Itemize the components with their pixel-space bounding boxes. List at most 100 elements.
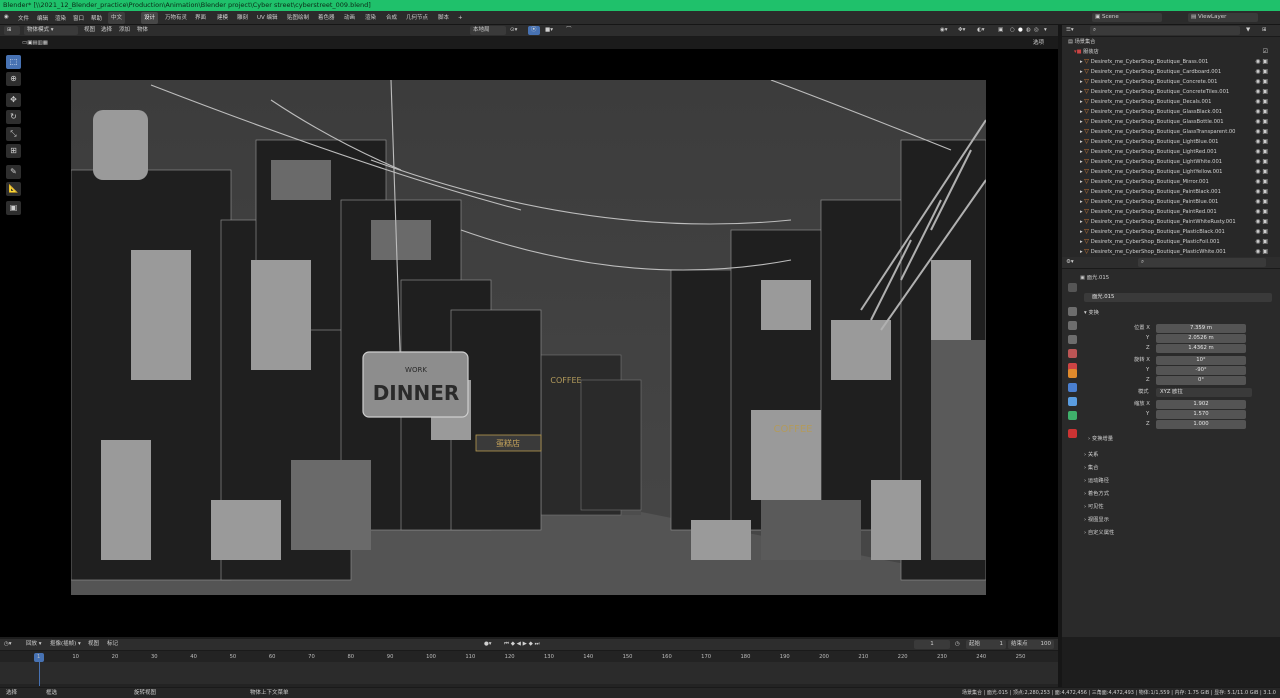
eye-icon[interactable]: ◉ ▣ — [1255, 137, 1268, 147]
expand-arrow-icon[interactable]: ▸ — [1062, 149, 1084, 155]
tab-workspace-2[interactable]: 万物有灵 — [162, 12, 190, 24]
panel-collections[interactable]: › 集合 — [1078, 462, 1274, 474]
panel-motion-paths[interactable]: › 运动路径 — [1078, 475, 1274, 487]
menu-object[interactable]: 物体 — [137, 26, 148, 35]
eye-icon[interactable]: ◉ ▣ — [1255, 247, 1268, 257]
eye-icon[interactable]: ◉ ▣ — [1255, 177, 1268, 187]
expand-arrow-icon[interactable]: ▸ — [1062, 109, 1084, 115]
expand-arrow-icon[interactable]: ▸ — [1062, 169, 1084, 175]
tab-workspace-4[interactable]: 建模 — [214, 12, 231, 24]
outliner-item[interactable]: ▸ ▽ Desirefx_me_CyberShop_Boutique_Concr… — [1062, 87, 1274, 97]
expand-arrow-icon[interactable]: ▸ — [1062, 59, 1084, 65]
overlay-icon[interactable]: ◐▾ — [977, 26, 985, 35]
expand-arrow-icon[interactable]: ▸ — [1062, 69, 1084, 75]
scale-y-field[interactable]: 1.570 — [1156, 410, 1246, 419]
expand-arrow-icon[interactable]: ▸ — [1062, 119, 1084, 125]
rotation-y-field[interactable]: -90° — [1156, 366, 1246, 375]
outliner-item[interactable]: ▸ ▽ Desirefx_me_CyberShop_Boutique_Light… — [1062, 137, 1274, 147]
outliner-item[interactable]: ▸ ▽ Desirefx_me_CyberShop_Boutique_Mirro… — [1062, 177, 1274, 187]
expand-arrow-icon[interactable]: ▸ — [1062, 99, 1084, 105]
outliner-item[interactable]: ▸ ▽ Desirefx_me_CyberShop_Boutique_Concr… — [1062, 77, 1274, 87]
tab-workspace-6[interactable]: UV 编辑 — [254, 12, 281, 24]
outliner-item[interactable]: ▸ ▽ Desirefx_me_CyberShop_Boutique_Plast… — [1062, 237, 1274, 247]
start-frame-field[interactable]: 起始 1 — [966, 640, 1006, 649]
menu-window[interactable]: 窗口 — [73, 14, 84, 22]
menu-add[interactable]: 添加 — [119, 26, 130, 35]
eye-icon[interactable]: ◉ ▣ — [1255, 197, 1268, 207]
outliner-item[interactable]: ▸ ▽ Desirefx_me_CyberShop_Boutique_Paint… — [1062, 187, 1274, 197]
expand-arrow-icon[interactable]: ▸ — [1062, 189, 1084, 195]
eye-icon[interactable]: ◉ ▣ — [1255, 107, 1268, 117]
outliner-root-row[interactable]: ▤ 场景集合 — [1062, 37, 1274, 47]
output-tab-icon[interactable] — [1068, 321, 1077, 330]
shading-wire-icon[interactable]: ○ — [1010, 26, 1015, 35]
tool-tab-icon[interactable] — [1068, 283, 1077, 292]
outliner-item[interactable]: ▸ ▽ Desirefx_me_CyberShop_Boutique_Light… — [1062, 167, 1274, 177]
outliner-editor-icon[interactable]: ☰▾ — [1066, 26, 1074, 35]
outliner-item[interactable]: ▸ ▽ Desirefx_me_CyberShop_Boutique_Glass… — [1062, 107, 1274, 117]
mode-selector[interactable]: 物体模式 ▾ — [24, 26, 78, 35]
area-divider[interactable] — [1058, 25, 1062, 687]
rotation-x-field[interactable]: 10° — [1156, 356, 1246, 365]
filter-icon[interactable]: ▼ — [1246, 26, 1250, 35]
move-tool-icon[interactable]: ✥ — [6, 93, 21, 107]
eye-icon[interactable]: ◉ ▣ — [1255, 227, 1268, 237]
expand-arrow-icon[interactable]: ▸ — [1062, 179, 1084, 185]
pivot-icon[interactable]: ⊙▾ — [510, 26, 517, 35]
rotate-tool-icon[interactable]: ↻ — [6, 110, 21, 124]
cursor-tool-icon[interactable]: ⊕ — [6, 72, 21, 86]
timeline-editor-icon[interactable]: ◷▾ — [4, 640, 12, 649]
add-workspace-icon[interactable]: + — [455, 12, 466, 24]
scale-z-field[interactable]: 1.000 — [1156, 420, 1246, 429]
menu-edit[interactable]: 编辑 — [37, 14, 48, 22]
shading-render-icon[interactable]: ◎ — [1034, 26, 1039, 35]
texture-tab-icon[interactable] — [1068, 429, 1077, 438]
outliner-item[interactable]: ▸ ▽ Desirefx_me_CyberShop_Boutique_Glass… — [1062, 117, 1274, 127]
object-name-field[interactable]: 面光.015 — [1084, 293, 1272, 302]
render-tab-icon[interactable] — [1068, 307, 1077, 316]
expand-arrow-icon[interactable]: ▸ — [1062, 79, 1084, 85]
outliner-item[interactable]: ▸ ▽ Desirefx_me_CyberShop_Boutique_Glass… — [1062, 127, 1274, 137]
gizmo-icon[interactable]: ✥▾ — [958, 26, 965, 35]
outliner-collection-row[interactable]: ▾■ 服装店 ☑ — [1062, 47, 1274, 57]
panel-viewport-display[interactable]: › 视图显示 — [1078, 514, 1274, 526]
eye-icon[interactable]: ◉ ▣ — [1255, 57, 1268, 67]
outliner-item[interactable]: ▸ ▽ Desirefx_me_CyberShop_Boutique_Plast… — [1062, 247, 1274, 257]
3d-viewport[interactable]: ⬚ ⊕ ✥ ↻ ⤡ ⊞ ✎ 📐 ▣ WORK DINNER 蛋糕店 COFFEE… — [0, 49, 1058, 637]
measure-tool-icon[interactable]: 📐 — [6, 182, 21, 196]
rotation-mode-select[interactable]: XYZ 欧拉 — [1156, 388, 1252, 397]
outliner-item[interactable]: ▸ ▽ Desirefx_me_CyberShop_Boutique_Paint… — [1062, 197, 1274, 207]
expand-arrow-icon[interactable]: ▸ — [1062, 129, 1084, 135]
selection-mode-icons[interactable]: ▭▣▤▥▦ — [22, 39, 48, 48]
proportional-icon[interactable]: ⌒ — [566, 26, 572, 35]
outliner-item[interactable]: ▸ ▽ Desirefx_me_CyberShop_Boutique_Paint… — [1062, 207, 1274, 217]
eye-icon[interactable]: ◉ ▣ — [1255, 77, 1268, 87]
shading-material-icon[interactable]: ◍ — [1026, 26, 1031, 35]
outliner-item[interactable]: ▸ ▽ Desirefx_me_CyberShop_Boutique_Brass… — [1062, 57, 1274, 67]
scene-tab-icon[interactable] — [1068, 349, 1077, 358]
eye-icon[interactable]: ◉ ▣ — [1255, 237, 1268, 247]
expand-arrow-icon[interactable]: ▸ — [1062, 229, 1084, 235]
panel-custom-properties[interactable]: › 自定义属性 — [1078, 527, 1274, 539]
outliner-item[interactable]: ▸ ▽ Desirefx_me_CyberShop_Boutique_Plast… — [1062, 227, 1274, 237]
menu-select[interactable]: 选择 — [101, 26, 112, 35]
eye-icon[interactable]: ◉ ▣ — [1255, 97, 1268, 107]
scene-selector[interactable]: ▣ Scene — [1092, 13, 1162, 22]
location-z-field[interactable]: 1.4362 m — [1156, 344, 1246, 353]
panel-shading[interactable]: › 着色方式 — [1078, 488, 1274, 500]
panel-relations[interactable]: › 关系 — [1078, 449, 1274, 461]
expand-arrow-icon[interactable]: ▸ — [1062, 209, 1084, 215]
physics-tab-icon[interactable] — [1068, 397, 1077, 406]
expand-arrow-icon[interactable]: ▸ — [1062, 139, 1084, 145]
modifier-tab-icon[interactable] — [1068, 383, 1077, 392]
transform-orientation[interactable]: 本地局 — [470, 26, 506, 35]
view-layer-tab-icon[interactable] — [1068, 335, 1077, 344]
location-y-field[interactable]: 2.0526 m — [1156, 334, 1246, 343]
tab-workspace-3[interactable]: 界面 — [192, 12, 209, 24]
outliner-item[interactable]: ▸ ▽ Desirefx_me_CyberShop_Boutique_Cardb… — [1062, 67, 1274, 77]
eye-icon[interactable]: ◉ ▣ — [1255, 147, 1268, 157]
snap-icon[interactable]: ⦿ — [528, 26, 540, 35]
timeline-menu-keying[interactable]: 抠像(插帧) ▾ — [50, 640, 81, 649]
timeline-menu-view[interactable]: 视图 — [88, 640, 99, 649]
properties-editor-icon[interactable]: ⚙▾ — [1066, 258, 1074, 267]
